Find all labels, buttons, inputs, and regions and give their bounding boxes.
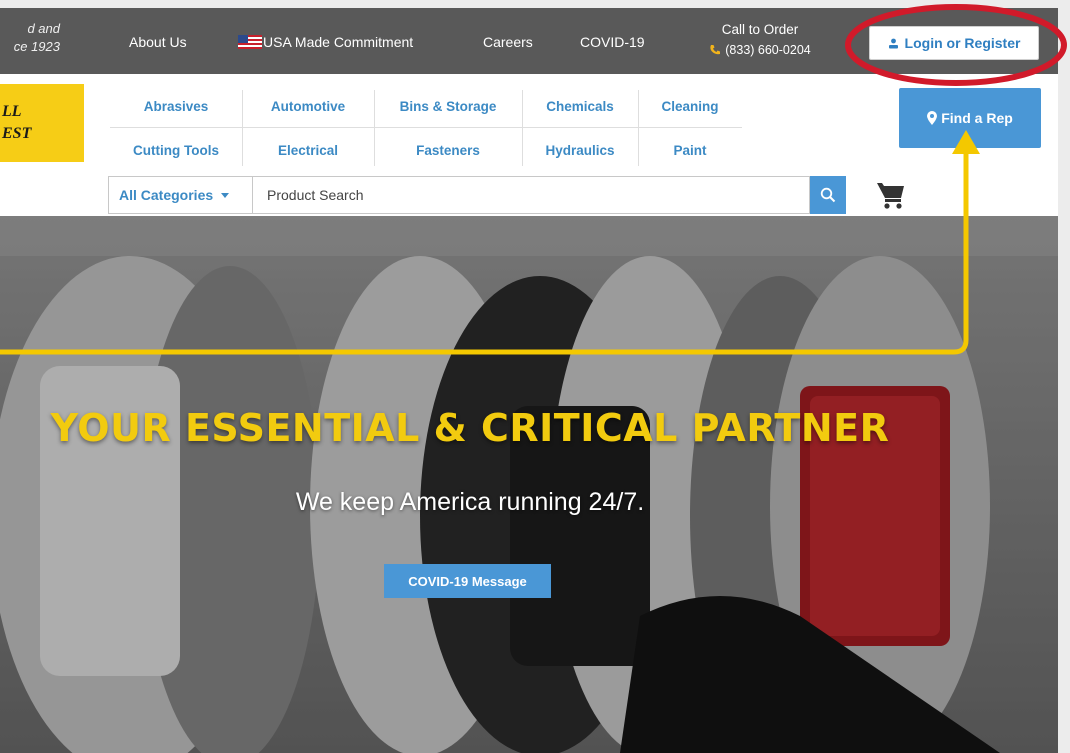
category-bins-storage[interactable]: Bins & Storage [374,84,522,128]
category-chemicals[interactable]: Chemicals [522,84,638,128]
top-bar: d and ce 1923 About Us USA Made Commitme… [0,8,1058,74]
category-electrical[interactable]: Electrical [242,128,374,172]
category-nav: Abrasives Automotive Bins & Storage Chem… [110,84,750,172]
screenshot-frame: d and ce 1923 About Us USA Made Commitme… [0,0,1070,753]
usa-made-link[interactable]: USA Made Commitment [263,34,413,50]
since-line-2: ce 1923 [13,39,60,54]
grid-divider [374,90,375,166]
category-paint[interactable]: Paint [638,128,742,172]
hero-banner: YOUR ESSENTIAL & CRITICAL PARTNER We kee… [0,216,1058,753]
category-automotive[interactable]: Automotive [242,84,374,128]
covid-link[interactable]: COVID-19 [580,34,645,50]
phone-row[interactable]: (833) 660-0204 [709,40,811,60]
phone-number[interactable]: (833) 660-0204 [725,40,810,60]
since-tagline: d and ce 1923 [0,20,60,56]
search-icon [820,187,836,203]
hero-title: YOUR ESSENTIAL & CRITICAL PARTNER [50,406,890,450]
map-pin-icon [927,111,938,125]
hero-background-image [0,216,1058,753]
grid-divider [638,90,639,166]
caret-down-icon [221,192,230,198]
find-a-rep-button[interactable]: Find a Rep [899,88,1041,148]
call-label: Call to Order [721,22,799,37]
hero-subtitle: We keep America running 24/7. [295,488,645,516]
grid-divider [110,127,742,128]
category-dropdown-value: All Categories [119,187,214,203]
careers-link[interactable]: Careers [483,34,533,50]
about-us-link[interactable]: About Us [129,34,187,50]
search-button[interactable] [810,176,846,214]
category-cleaning[interactable]: Cleaning [638,84,742,128]
category-fasteners[interactable]: Fasteners [374,128,522,172]
login-register-label: Login or Register [904,35,1021,51]
product-search-input[interactable] [252,176,810,214]
category-dropdown[interactable]: All Categories [108,176,252,214]
find-a-rep-label: Find a Rep [941,110,1013,126]
grid-divider [522,90,523,166]
cart-icon[interactable] [876,180,906,210]
covid-message-button[interactable]: COVID-19 Message [384,564,551,598]
call-to-order: Call to Order (833) 660-0204 [690,20,830,62]
user-icon [888,38,898,48]
website: d and ce 1923 About Us USA Made Commitme… [0,8,1058,753]
logo-line-1: LL [2,103,22,120]
phone-icon [710,45,721,55]
us-flag-icon [238,35,262,49]
category-abrasives[interactable]: Abrasives [110,84,242,128]
grid-divider [242,90,243,166]
since-line-1: d and [27,21,60,36]
logo-line-2: EST [2,125,32,142]
category-hydraulics[interactable]: Hydraulics [522,128,638,172]
category-cutting-tools[interactable]: Cutting Tools [110,128,242,172]
login-register-button[interactable]: Login or Register [869,26,1039,60]
company-logo[interactable]: LL EST [0,84,84,162]
